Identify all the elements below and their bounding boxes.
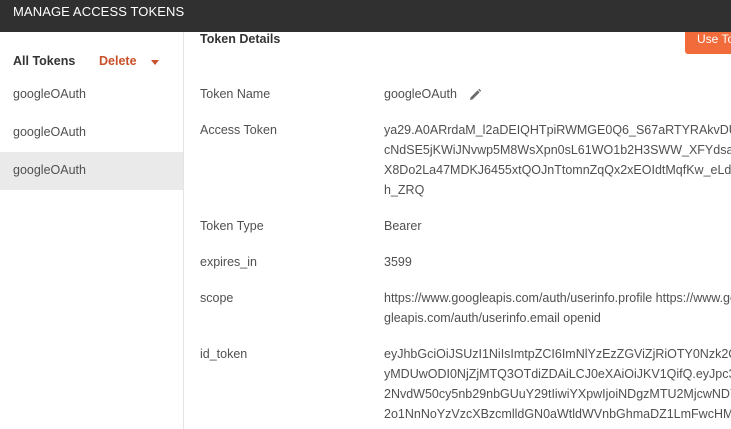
id-token-line: eyJhbGciOiJSUzI1NiIsImtpZCI6ImNlYzEzZGVi… xyxy=(384,347,731,361)
token-list-item[interactable]: googleOAuth xyxy=(0,114,183,152)
token-sidebar: All Tokens Delete googleOAuth googleOAut… xyxy=(0,32,184,429)
expires-in-label: expires_in xyxy=(200,255,257,269)
token-list-item-label: googleOAuth xyxy=(13,125,86,139)
token-list-item-label: googleOAuth xyxy=(13,87,86,101)
id-token-line: 2o1NnNoYzVzcXBzcmlldGN0aWtldWVnbGhmaDZ1L… xyxy=(384,407,731,421)
all-tokens-label: All Tokens xyxy=(13,54,76,68)
token-name-value: googleOAuth xyxy=(384,87,457,101)
scope-label: scope xyxy=(200,291,234,305)
token-details-panel: Token Details Use To Token Name googleOA… xyxy=(184,32,731,429)
pencil-icon[interactable] xyxy=(468,88,482,102)
token-list-item-selected[interactable]: googleOAuth xyxy=(0,152,183,190)
access-token-line: X8Do2La47MDKJ6455xtQOJnTtomnZqQx2xEOIdtM… xyxy=(384,163,731,177)
expires-in-value: 3599 xyxy=(384,255,412,269)
token-details-heading: Token Details xyxy=(200,32,281,46)
id-token-label: id_token xyxy=(200,347,248,361)
token-type-value: Bearer xyxy=(384,219,422,233)
access-token-line: ya29.A0ARrdaM_l2aDEIQHTpiRWMGE0Q6_S67aRT… xyxy=(384,123,731,137)
access-token-label: Access Token xyxy=(200,123,277,137)
scope-line: gleapis.com/auth/userinfo.email openid xyxy=(384,311,601,325)
sidebar-header: All Tokens Delete xyxy=(0,49,183,75)
window-title: MANAGE ACCESS TOKENS xyxy=(13,4,185,19)
pencil-icon-svg xyxy=(470,88,482,100)
use-token-button[interactable]: Use To xyxy=(685,32,731,54)
scope-line: https://www.googleapis.com/auth/userinfo… xyxy=(384,291,731,305)
delete-button[interactable]: Delete xyxy=(99,54,137,68)
id-token-line: 2NvdW50cy5nb29nbGUuY29tIiwiYXpwIjoiNDgzM… xyxy=(384,387,731,401)
token-name-label: Token Name xyxy=(200,87,271,101)
title-bar: MANAGE ACCESS TOKENS xyxy=(0,0,731,32)
token-list-item-label: googleOAuth xyxy=(13,163,86,177)
access-token-line: h_ZRQ xyxy=(384,183,425,197)
token-list-item[interactable]: googleOAuth xyxy=(0,76,183,114)
id-token-line: yMDUwODI0NjZjMTQ3OTdiZDAiLCJ0eXAiOiJKV1Q… xyxy=(384,367,731,381)
access-token-line: cNdSE5jKWiJNvwp5M8WsXpn0sL61WO1b2H3SWW_X… xyxy=(384,143,731,157)
chevron-down-icon[interactable] xyxy=(151,60,159,65)
token-type-label: Token Type xyxy=(200,219,264,233)
